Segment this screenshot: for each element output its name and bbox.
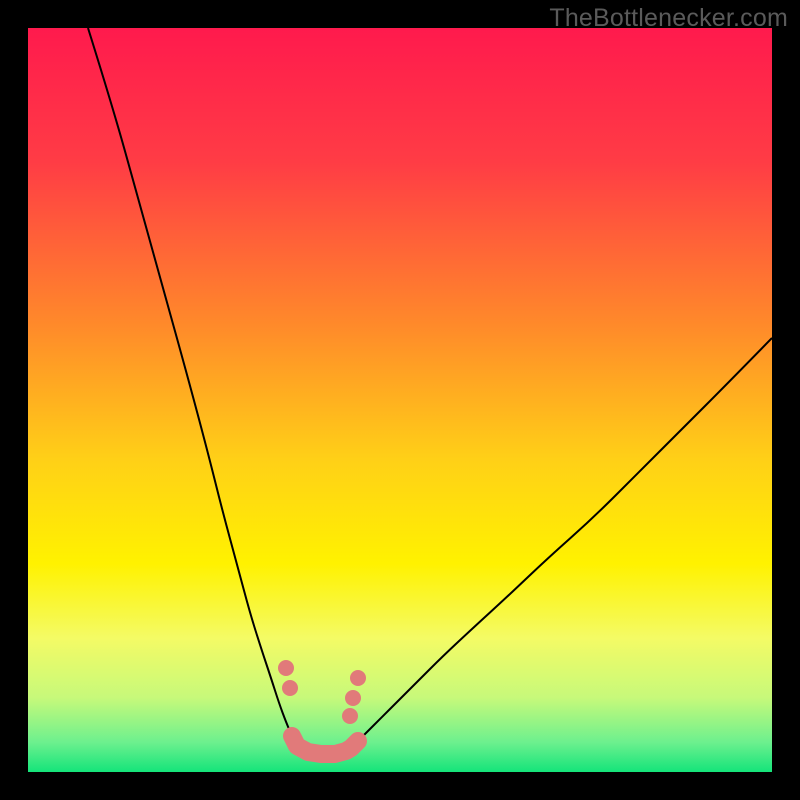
- left-curve: [88, 28, 297, 746]
- chart-frame: TheBottlenecker.com: [0, 0, 800, 800]
- curve-marker: [282, 680, 298, 696]
- curve-markers: [278, 660, 366, 724]
- watermark-text: TheBottlenecker.com: [549, 4, 788, 33]
- curve-marker: [350, 670, 366, 686]
- curve-marker: [345, 690, 361, 706]
- valley-basin: [292, 736, 358, 754]
- curve-marker: [342, 708, 358, 724]
- plot-area: [28, 28, 772, 772]
- curves-svg: [28, 28, 772, 772]
- right-curve: [351, 338, 772, 748]
- curve-marker: [278, 660, 294, 676]
